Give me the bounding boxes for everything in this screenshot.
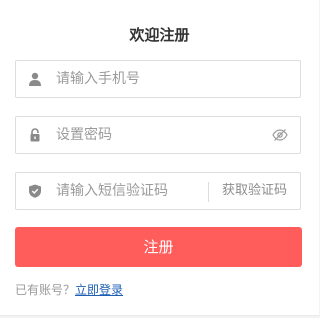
get-code-button[interactable]: 获取验证码 <box>209 173 300 209</box>
login-prompt-text: 已有账号？ <box>15 283 76 297</box>
phone-input[interactable] <box>56 61 256 97</box>
password-field[interactable] <box>15 116 301 154</box>
login-link[interactable]: 立即登录 <box>75 283 123 297</box>
vcode-field[interactable]: 获取验证码 <box>15 172 301 210</box>
login-prompt: 已有账号？立即登录 <box>15 283 123 297</box>
user-icon <box>29 72 41 86</box>
page-title: 欢迎注册 <box>129 26 190 44</box>
password-input[interactable] <box>56 117 256 153</box>
vcode-input[interactable] <box>56 173 201 209</box>
register-card: 欢迎注册 获取验证码 注册 已有账号？ <box>0 0 319 316</box>
eye-off-icon[interactable] <box>272 128 288 142</box>
lock-icon <box>30 128 40 142</box>
register-button[interactable]: 注册 <box>15 227 302 267</box>
shield-icon <box>29 184 41 198</box>
phone-field[interactable] <box>15 60 301 98</box>
